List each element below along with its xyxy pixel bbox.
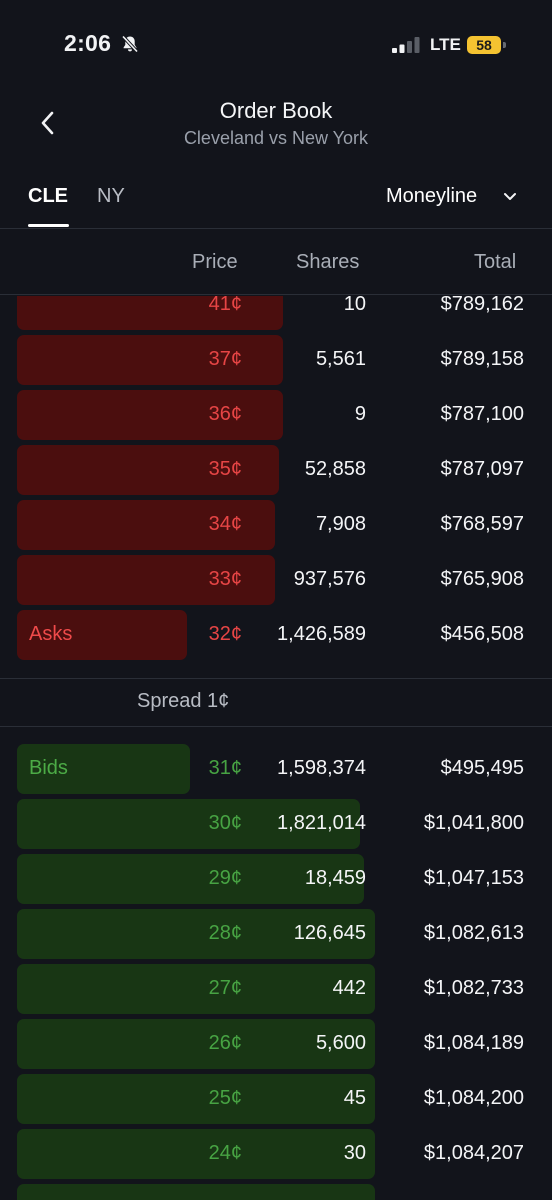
ask-price: 37¢ [208,348,242,370]
bid-price: 29¢ [208,867,242,889]
bid-total: $1,041,800 [423,812,524,834]
ask-shares: 1,426,589 [277,623,366,645]
bid-depth-bar [17,1184,375,1200]
ask-total: $456,508 [440,623,524,645]
ask-price: 34¢ [208,513,242,535]
market-select[interactable]: Moneyline [386,185,477,208]
order-book-screen: 2:06 LTE 58 Order Book Cleveland vs New … [0,0,552,1200]
status-time: 2:06 [64,30,112,56]
bid-row[interactable]: 28¢ 126,645 $1,082,613 [0,909,552,959]
bid-price: 31¢ [208,757,242,779]
battery-level: 58 [467,36,501,54]
bell-slash-icon [121,35,139,53]
bid-total: $1,082,733 [423,977,524,999]
bid-total: $1,082,613 [423,922,524,944]
ask-shares: 10 [343,296,366,315]
ask-price: 36¢ [208,403,242,425]
ask-total: $765,908 [440,568,524,590]
bid-shares: 45 [343,1087,366,1109]
bid-row[interactable]: 24¢ 30 $1,084,207 [0,1129,552,1179]
bids-label: Bids [29,757,68,779]
bid-total: $1,047,153 [423,867,524,889]
bid-shares: 30 [343,1142,366,1164]
ask-row[interactable]: Asks 32¢ 1,426,589 $456,508 [0,610,552,660]
ask-row[interactable]: 34¢ 7,908 $768,597 [0,500,552,550]
bid-shares: 442 [332,977,366,999]
bid-row[interactable]: 30¢ 1,821,014 $1,041,800 [0,799,552,849]
ask-total: $787,100 [440,403,524,425]
network-type: LTE [430,35,461,54]
bid-row[interactable]: 29¢ 18,459 $1,047,153 [0,854,552,904]
ask-row[interactable]: 35¢ 52,858 $787,097 [0,445,552,495]
ask-total: $789,158 [440,348,524,370]
active-tab-indicator [28,224,69,227]
ask-shares: 937,576 [293,568,366,590]
header-divider [0,228,552,229]
bid-total: $495,495 [440,757,524,779]
columns-divider [0,294,552,295]
bid-price: 28¢ [208,922,242,944]
bid-price: 27¢ [208,977,242,999]
column-header-total: Total [474,251,517,273]
bid-shares: 1,598,374 [277,757,366,779]
ask-total: $768,597 [440,513,524,535]
chevron-down-icon[interactable] [503,191,517,203]
ask-row[interactable]: 37¢ 5,561 $789,158 [0,335,552,385]
ask-depth-bar [17,390,283,440]
bid-row[interactable]: Bids 31¢ 1,598,374 $495,495 [0,744,552,794]
ask-shares: 5,561 [315,348,366,370]
bid-shares: 1,821,014 [277,812,366,834]
bid-row[interactable] [0,1184,552,1200]
bid-depth-bar [17,1074,375,1124]
spread-divider-bottom [0,726,552,727]
ask-depth-bar [17,335,283,385]
ask-price: 32¢ [208,623,242,645]
page-subtitle: Cleveland vs New York [183,128,369,148]
bid-depth-bar [17,964,375,1014]
spread-label: Spread 1¢ [137,690,230,712]
ask-total: $789,162 [440,296,524,315]
bid-price: 24¢ [208,1142,242,1164]
bid-shares: 18,459 [304,867,366,889]
ask-row[interactable]: 36¢ 9 $787,100 [0,390,552,440]
asks-label: Asks [29,623,73,645]
ask-shares: 52,858 [304,458,366,480]
bid-price: 26¢ [208,1032,242,1054]
page-title: Order Book [219,98,333,123]
column-header-shares: Shares [296,251,360,273]
tab-ny[interactable]: NY [97,185,125,208]
bid-depth-bar [17,1129,375,1179]
bid-row[interactable]: 26¢ 5,600 $1,084,189 [0,1019,552,1069]
bid-row[interactable]: 25¢ 45 $1,084,200 [0,1074,552,1124]
column-header-price: Price [192,251,238,273]
ask-price: 35¢ [208,458,242,480]
bid-total: $1,084,207 [423,1142,524,1164]
bid-shares: 5,600 [315,1032,366,1054]
ask-price: 33¢ [208,568,242,590]
bid-row[interactable]: 27¢ 442 $1,082,733 [0,964,552,1014]
cell-signal-icon [392,37,420,53]
ask-row[interactable]: 33¢ 937,576 $765,908 [0,555,552,605]
ask-shares: 7,908 [315,513,366,535]
bid-price: 30¢ [208,812,242,834]
battery-icon: 58 [467,36,507,54]
bid-price: 25¢ [208,1087,242,1109]
spread-divider-top [0,678,552,679]
battery-nub [503,42,506,48]
ask-price: 41¢ [208,296,242,315]
tab-cle[interactable]: CLE [28,185,68,208]
ask-depth-bar [17,296,283,330]
bid-total: $1,084,200 [423,1087,524,1109]
bid-total: $1,084,189 [423,1032,524,1054]
ask-row[interactable]: 41¢ 10 $789,162 [0,296,552,330]
bid-shares: 126,645 [293,922,366,944]
ask-shares: 9 [354,403,366,425]
order-book-list[interactable]: 41¢ 10 $789,162 37¢ 5,561 $789,158 36¢ 9 $787,10… [0,296,552,1200]
ask-total: $787,097 [440,458,524,480]
